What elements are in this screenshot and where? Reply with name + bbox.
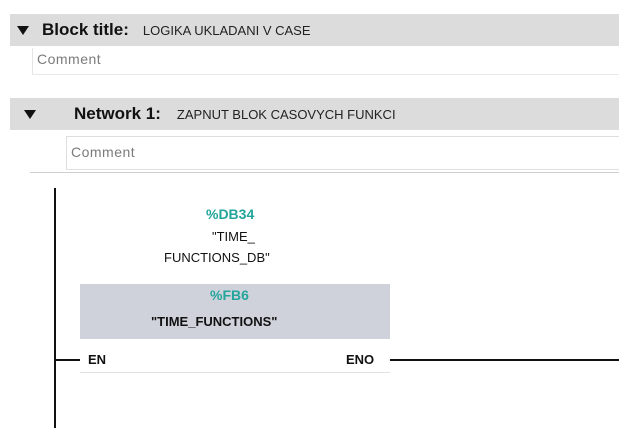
en-pin-label: EN (88, 352, 107, 367)
eno-connection-wire[interactable] (390, 359, 619, 361)
network-comment-placeholder: Comment (71, 144, 136, 160)
function-block-name[interactable]: "TIME_FUNCTIONS" (151, 314, 277, 329)
network-label: Network 1: (74, 104, 161, 123)
instance-db-address: %DB34 (206, 206, 255, 222)
network-divider (30, 172, 619, 173)
instance-db-name-line1[interactable]: "TIME_ (212, 229, 255, 244)
network-title-value[interactable]: ZAPNUT BLOK CASOVYCH FUNKCI (177, 107, 396, 122)
block-title-value[interactable]: LOGIKA UKLADANI V CASE (143, 23, 311, 38)
block-title-header[interactable]: Block title: LOGIKA UKLADANI V CASE (10, 14, 619, 46)
en-connection-wire[interactable] (56, 359, 80, 361)
collapse-triangle-icon[interactable] (24, 109, 36, 119)
eno-pin-label: ENO (346, 352, 375, 367)
block-comment-field[interactable] (32, 48, 619, 75)
collapse-triangle-icon[interactable] (17, 25, 29, 35)
instance-db-name-line2[interactable]: FUNCTIONS_DB" (164, 250, 270, 265)
network-comment-field[interactable] (66, 136, 619, 170)
power-rail (54, 188, 56, 428)
block-title-label: Block title: (42, 20, 129, 39)
function-block-body[interactable] (80, 339, 390, 373)
block-comment-placeholder: Comment (37, 51, 102, 67)
network-1-header[interactable]: Network 1: ZAPNUT BLOK CASOVYCH FUNKCI (10, 98, 619, 130)
function-block-address: %FB6 (210, 287, 249, 303)
